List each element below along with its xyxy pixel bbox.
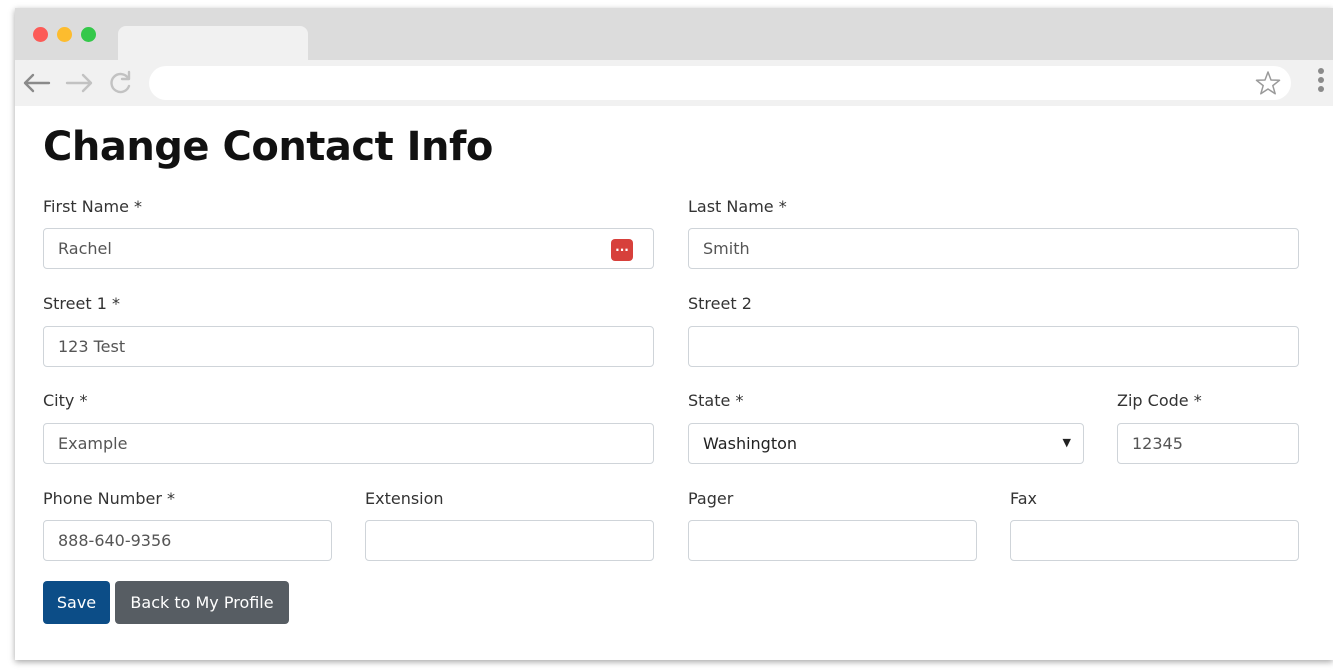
last-name-value: Smith bbox=[703, 239, 750, 258]
maximize-window-dot[interactable] bbox=[81, 27, 96, 42]
street1-value: 123 Test bbox=[58, 337, 126, 356]
phone-input[interactable]: 888-640-9356 bbox=[43, 520, 332, 561]
city-value: Example bbox=[58, 434, 128, 453]
minimize-window-dot[interactable] bbox=[57, 27, 72, 42]
phone-value: 888-640-9356 bbox=[58, 531, 172, 550]
caret-down-icon: ▼ bbox=[1062, 436, 1071, 449]
fax-input[interactable] bbox=[1010, 520, 1299, 561]
zip-input[interactable]: 12345 bbox=[1117, 423, 1299, 464]
street2-label: Street 2 bbox=[688, 294, 752, 313]
zip-value: 12345 bbox=[1132, 434, 1183, 453]
extension-label: Extension bbox=[365, 489, 444, 508]
first-name-label: First Name * bbox=[43, 197, 143, 216]
extension-input[interactable] bbox=[365, 520, 654, 561]
tab-bar bbox=[15, 8, 1333, 60]
fax-label: Fax bbox=[1010, 489, 1038, 508]
street1-label: Street 1 * bbox=[43, 294, 120, 313]
star-icon[interactable] bbox=[1255, 70, 1281, 96]
state-value: Washington bbox=[703, 434, 798, 453]
back-to-profile-button[interactable]: Back to My Profile bbox=[115, 581, 289, 624]
last-name-label: Last Name * bbox=[688, 197, 787, 216]
browser-tab[interactable] bbox=[118, 26, 308, 60]
arrow-right-icon[interactable] bbox=[63, 66, 97, 100]
first-name-value: Rachel bbox=[58, 239, 112, 258]
address-bar[interactable] bbox=[149, 66, 1291, 100]
reload-icon[interactable] bbox=[103, 66, 137, 100]
arrow-left-icon[interactable] bbox=[19, 66, 53, 100]
state-select[interactable]: Washington ▼ bbox=[688, 423, 1084, 464]
browser-toolbar bbox=[15, 60, 1333, 106]
first-name-input[interactable]: Rachel ··· bbox=[43, 228, 654, 269]
street1-input[interactable]: 123 Test bbox=[43, 326, 654, 367]
save-button[interactable]: Save bbox=[43, 581, 110, 624]
browser-window: Change Contact Info First Name * Rachel … bbox=[15, 8, 1333, 660]
pager-label: Pager bbox=[688, 489, 734, 508]
zip-label: Zip Code * bbox=[1117, 391, 1202, 410]
password-manager-icon[interactable]: ··· bbox=[611, 239, 633, 261]
state-label: State * bbox=[688, 391, 744, 410]
pager-input[interactable] bbox=[688, 520, 977, 561]
city-label: City * bbox=[43, 391, 88, 410]
kebab-menu-icon[interactable] bbox=[1315, 68, 1327, 98]
page-title: Change Contact Info bbox=[43, 124, 493, 170]
page-content: Change Contact Info First Name * Rachel … bbox=[15, 106, 1333, 660]
street2-input[interactable] bbox=[688, 326, 1299, 367]
last-name-input[interactable]: Smith bbox=[688, 228, 1299, 269]
city-input[interactable]: Example bbox=[43, 423, 654, 464]
phone-label: Phone Number * bbox=[43, 489, 176, 508]
close-window-dot[interactable] bbox=[33, 27, 48, 42]
